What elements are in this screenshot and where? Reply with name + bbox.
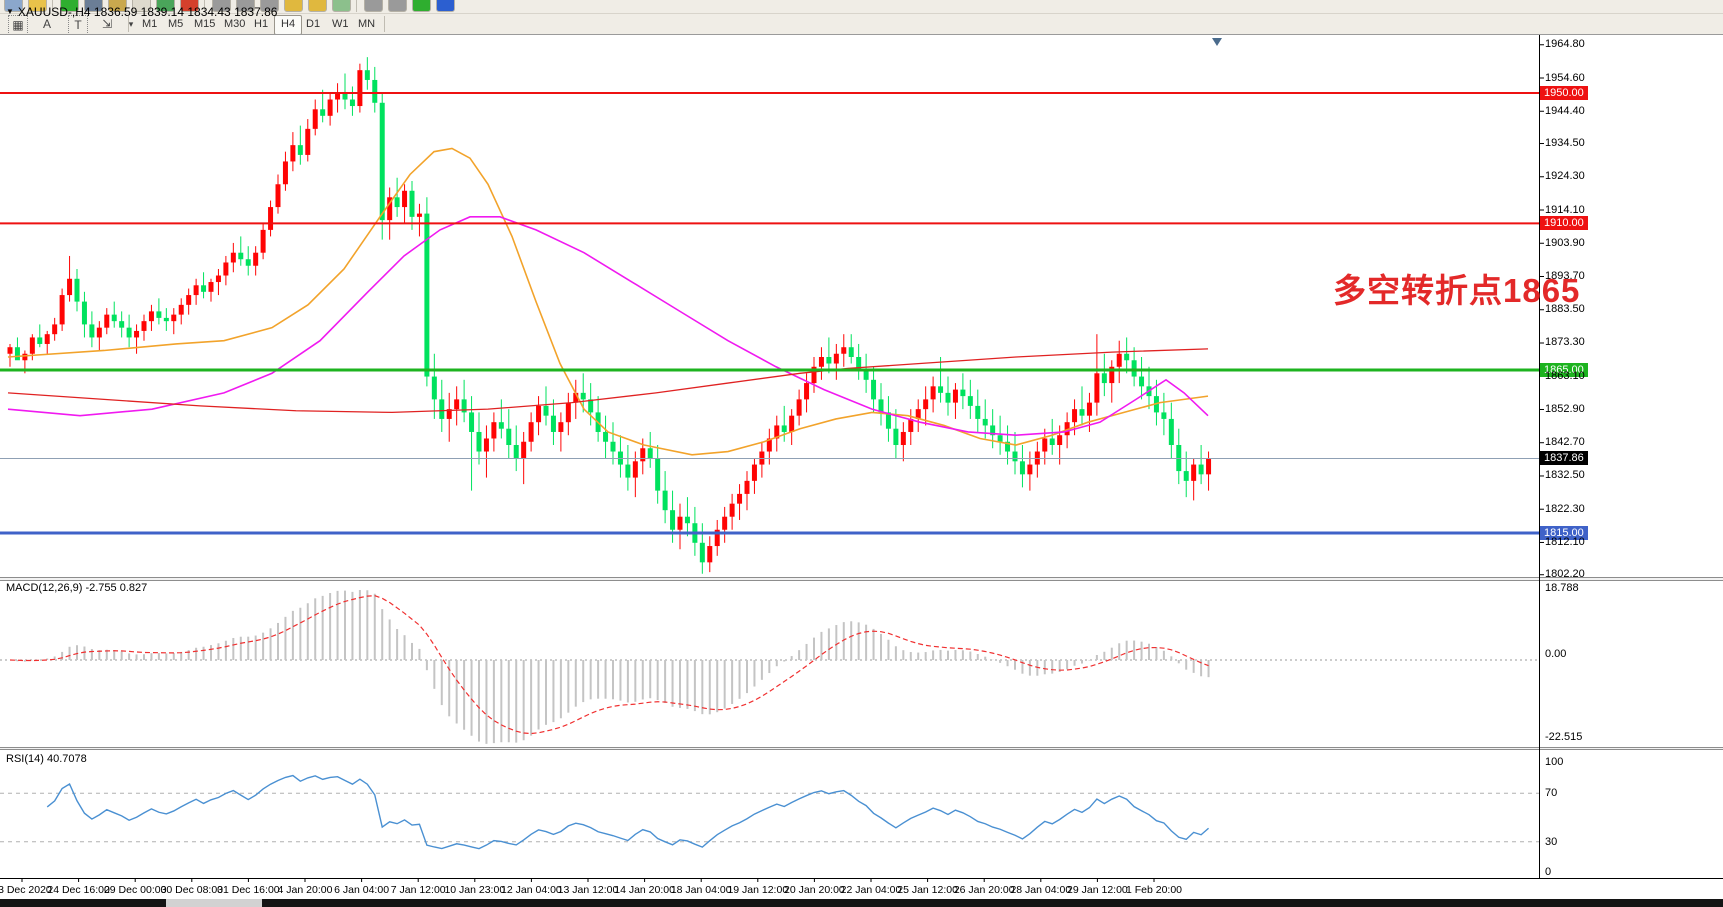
time-axis-label: 12 Jan 04:00 (501, 884, 562, 896)
chart-annotation-text[interactable]: 多空转折点1865 (1333, 264, 1580, 312)
price-axis-tick: 1944.40 (1545, 105, 1585, 117)
time-axis-label: 26 Jan 20:00 (954, 884, 1015, 896)
time-axis-label: 25 Jan 12:00 (897, 884, 958, 896)
chart-title-text: XAUUSD-,H4 1836.59 1839.14 1834.43 1837.… (18, 5, 278, 19)
macd-axis-tick: -22.515 (1545, 731, 1582, 743)
time-axis-label: 20 Jan 20:00 (784, 884, 845, 896)
time-axis-label: 10 Jan 23:00 (444, 884, 505, 896)
rsi-axis-tick: 70 (1545, 787, 1557, 799)
macd-indicator-label: MACD(12,26,9) -2.755 0.827 (6, 582, 147, 594)
price-axis-tick: 1934.50 (1545, 137, 1585, 149)
chart-canvas[interactable] (0, 0, 1723, 907)
time-axis-label: 30 Dec 08:00 (161, 884, 223, 896)
price-axis-tick: 1893.70 (1545, 270, 1585, 282)
price-axis-tick: 1863.10 (1545, 370, 1585, 382)
time-axis-label: 23 Dec 2020 (0, 884, 52, 896)
price-axis-tick: 1802.20 (1545, 568, 1585, 580)
time-axis-label: 28 Jan 04:00 (1010, 884, 1071, 896)
time-axis-label: 22 Jan 04:00 (841, 884, 902, 896)
time-axis-label: 1 Feb 20:00 (1126, 884, 1182, 896)
rsi-axis-tick: 0 (1545, 866, 1551, 878)
macd-axis-tick: 0.00 (1545, 648, 1566, 660)
macd-axis-tick: 18.788 (1545, 582, 1579, 594)
time-axis-label: 29 Jan 12:00 (1067, 884, 1128, 896)
time-axis-label: 18 Jan 04:00 (671, 884, 732, 896)
time-axis-label: 24 Dec 16:00 (47, 884, 109, 896)
price-axis-tick: 1822.30 (1545, 503, 1585, 515)
horizontal-scrollbar[interactable] (0, 899, 1723, 907)
time-axis-label: 6 Jan 04:00 (334, 884, 389, 896)
time-axis-label: 4 Jan 20:00 (278, 884, 333, 896)
mt4-terminal: ▦AT⇲▾M1M5M15M30H1H4D1W1MN ▼XAUUSD-,H4 18… (0, 0, 1723, 907)
time-axis-label: 19 Jan 12:00 (727, 884, 788, 896)
price-line-label-1950.00: 1950.00 (1540, 86, 1588, 100)
chart-title: ▼ XAUUSD-,H4 1836.59 1839.14 1834.43 1837… (6, 5, 277, 19)
price-axis-tick: 1883.50 (1545, 303, 1585, 315)
time-axis-label: 14 Jan 20:00 (614, 884, 675, 896)
price-line-label-1837.86: 1837.86 (1540, 451, 1588, 465)
time-axis-label: 13 Jan 12:00 (558, 884, 619, 896)
price-axis-tick: 1842.70 (1545, 436, 1585, 448)
rsi-indicator-label: RSI(14) 40.7078 (6, 753, 87, 765)
price-axis-tick: 1903.90 (1545, 237, 1585, 249)
price-axis-tick: 1914.10 (1545, 204, 1585, 216)
time-axis-label: 31 Dec 16:00 (217, 884, 279, 896)
price-axis-tick: 1852.90 (1545, 403, 1585, 415)
price-line-label-1910.00: 1910.00 (1540, 216, 1588, 230)
rsi-axis-tick: 100 (1545, 756, 1563, 768)
price-axis-tick: 1812.10 (1545, 536, 1585, 548)
price-axis-tick: 1873.30 (1545, 336, 1585, 348)
scrollbar-thumb[interactable] (166, 899, 262, 907)
price-axis-tick: 1964.80 (1545, 38, 1585, 50)
time-axis-label: 29 Dec 00:00 (104, 884, 166, 896)
chart-collapse-icon[interactable]: ▼ (6, 7, 14, 16)
price-axis-tick: 1954.60 (1545, 72, 1585, 84)
price-axis-tick: 1924.30 (1545, 170, 1585, 182)
rsi-axis-tick: 30 (1545, 836, 1557, 848)
price-axis-tick: 1832.50 (1545, 469, 1585, 481)
time-axis-label: 7 Jan 12:00 (391, 884, 446, 896)
